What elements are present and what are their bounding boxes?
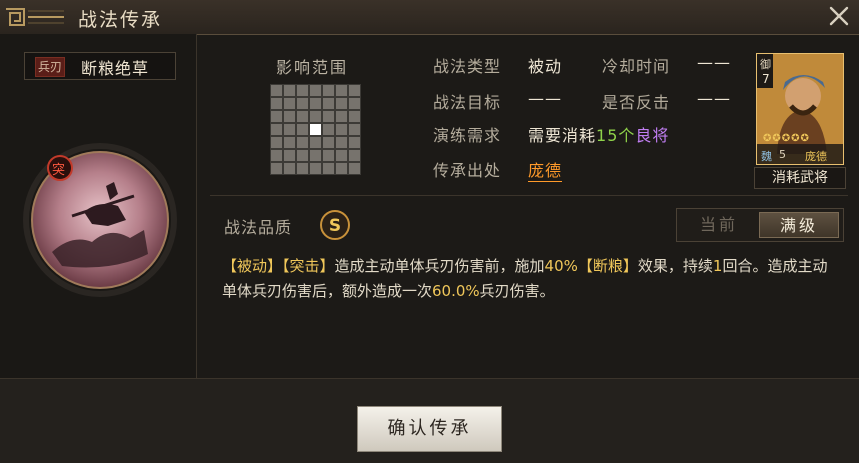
consume-general-label: 消耗武将 [754, 167, 846, 189]
range-title: 影响范围 [276, 58, 349, 77]
range-cell [348, 110, 361, 123]
range-cell [335, 136, 348, 149]
range-cell [283, 84, 296, 97]
range-cell [296, 84, 309, 97]
source-general-link[interactable]: 庞德 [528, 157, 563, 182]
range-cell [322, 97, 335, 110]
quality-label: 战法品质 [224, 218, 293, 237]
range-cell [309, 136, 322, 149]
divider [210, 195, 848, 196]
tab-current[interactable]: 当前 [681, 212, 757, 238]
range-cell [309, 162, 322, 175]
source-label: 传承出处 [433, 161, 502, 180]
range-cell [348, 136, 361, 149]
range-cell [335, 149, 348, 162]
range-cell [309, 97, 322, 110]
skill-name: 断粮绝草 [81, 59, 150, 78]
range-cell [283, 149, 296, 162]
skill-target-value: —— [528, 89, 562, 108]
general-name: 庞德 [805, 150, 827, 163]
general-cost: 7 [762, 72, 770, 86]
skill-panel: 兵刃 断粮绝草 突 [0, 34, 197, 378]
troop-type-tag: 兵刃 [35, 57, 66, 77]
range-cell [283, 123, 296, 136]
range-cell [335, 84, 348, 97]
range-cell [296, 136, 309, 149]
window-title: 战法传承 [78, 9, 163, 31]
skill-name-box: 兵刃 断粮绝草 [24, 52, 176, 80]
range-cell [348, 123, 361, 136]
range-cell [322, 149, 335, 162]
range-cell [335, 110, 348, 123]
range-cell [348, 162, 361, 175]
range-cell [270, 84, 283, 97]
quality-grade: S [329, 216, 341, 236]
range-cell [296, 97, 309, 110]
range-cell [270, 97, 283, 110]
range-cell [296, 149, 309, 162]
star-rating: ✪✪✪✪✪ [763, 133, 810, 144]
skill-type-value: 被动 [528, 57, 563, 76]
range-cell [283, 136, 296, 149]
range-cell [322, 162, 335, 175]
range-cell [309, 110, 322, 123]
range-cell [348, 84, 361, 97]
range-cell [270, 162, 283, 175]
range-cell [296, 162, 309, 175]
faction-mark: 御 [760, 58, 771, 71]
range-cell [348, 97, 361, 110]
range-cell [335, 123, 348, 136]
cooldown-label: 冷却时间 [602, 57, 671, 76]
range-cell [270, 110, 283, 123]
skill-description: 【被动】【突击】造成主动单体兵刃伤害前，施加40%【断粮】效果，持续1回合。造成… [222, 257, 828, 300]
level-tabs: 当前 满级 [676, 208, 844, 242]
range-cell [322, 110, 335, 123]
title-ornament-icon [6, 8, 64, 26]
general-faction: 魏 [761, 150, 772, 163]
counter-value: —— [697, 89, 731, 108]
title-bar: 战法传承 [0, 0, 859, 35]
skill-type-label: 战法类型 [433, 57, 502, 76]
range-grid [270, 84, 361, 175]
range-cell [270, 136, 283, 149]
range-cell [283, 97, 296, 110]
general-card[interactable]: 御 7 ✪✪✪✪✪ 魏 5 庞德 [756, 53, 844, 165]
range-cell [296, 123, 309, 136]
skill-target-label: 战法目标 [433, 93, 502, 112]
tab-max[interactable]: 满级 [759, 212, 839, 238]
close-icon[interactable] [827, 4, 851, 28]
range-cell [296, 110, 309, 123]
range-cell [322, 123, 335, 136]
counter-label: 是否反击 [602, 93, 671, 112]
confirm-inherit-button[interactable]: 确认传承 [357, 406, 502, 452]
quality-s-icon: S [320, 210, 350, 240]
range-cell [283, 110, 296, 123]
range-cell-active [309, 123, 322, 136]
range-cell [322, 136, 335, 149]
range-cell [335, 97, 348, 110]
range-cell [322, 84, 335, 97]
assault-badge-label: 突 [52, 163, 66, 178]
general-level: 5 [779, 148, 786, 161]
range-cell [309, 149, 322, 162]
requirement-value: 需要消耗15个良将 [528, 126, 670, 145]
requirement-label: 演练需求 [433, 126, 502, 145]
range-cell [270, 149, 283, 162]
range-cell [348, 149, 361, 162]
skill-inherit-dialog: 战法传承 兵刃 断粮绝草 突 影响范围 战法类型 被动 冷却时间 —— 战法目标… [0, 0, 859, 463]
cooldown-value: —— [697, 53, 731, 72]
range-cell [270, 123, 283, 136]
range-cell [309, 84, 322, 97]
range-cell [335, 162, 348, 175]
range-cell [283, 162, 296, 175]
